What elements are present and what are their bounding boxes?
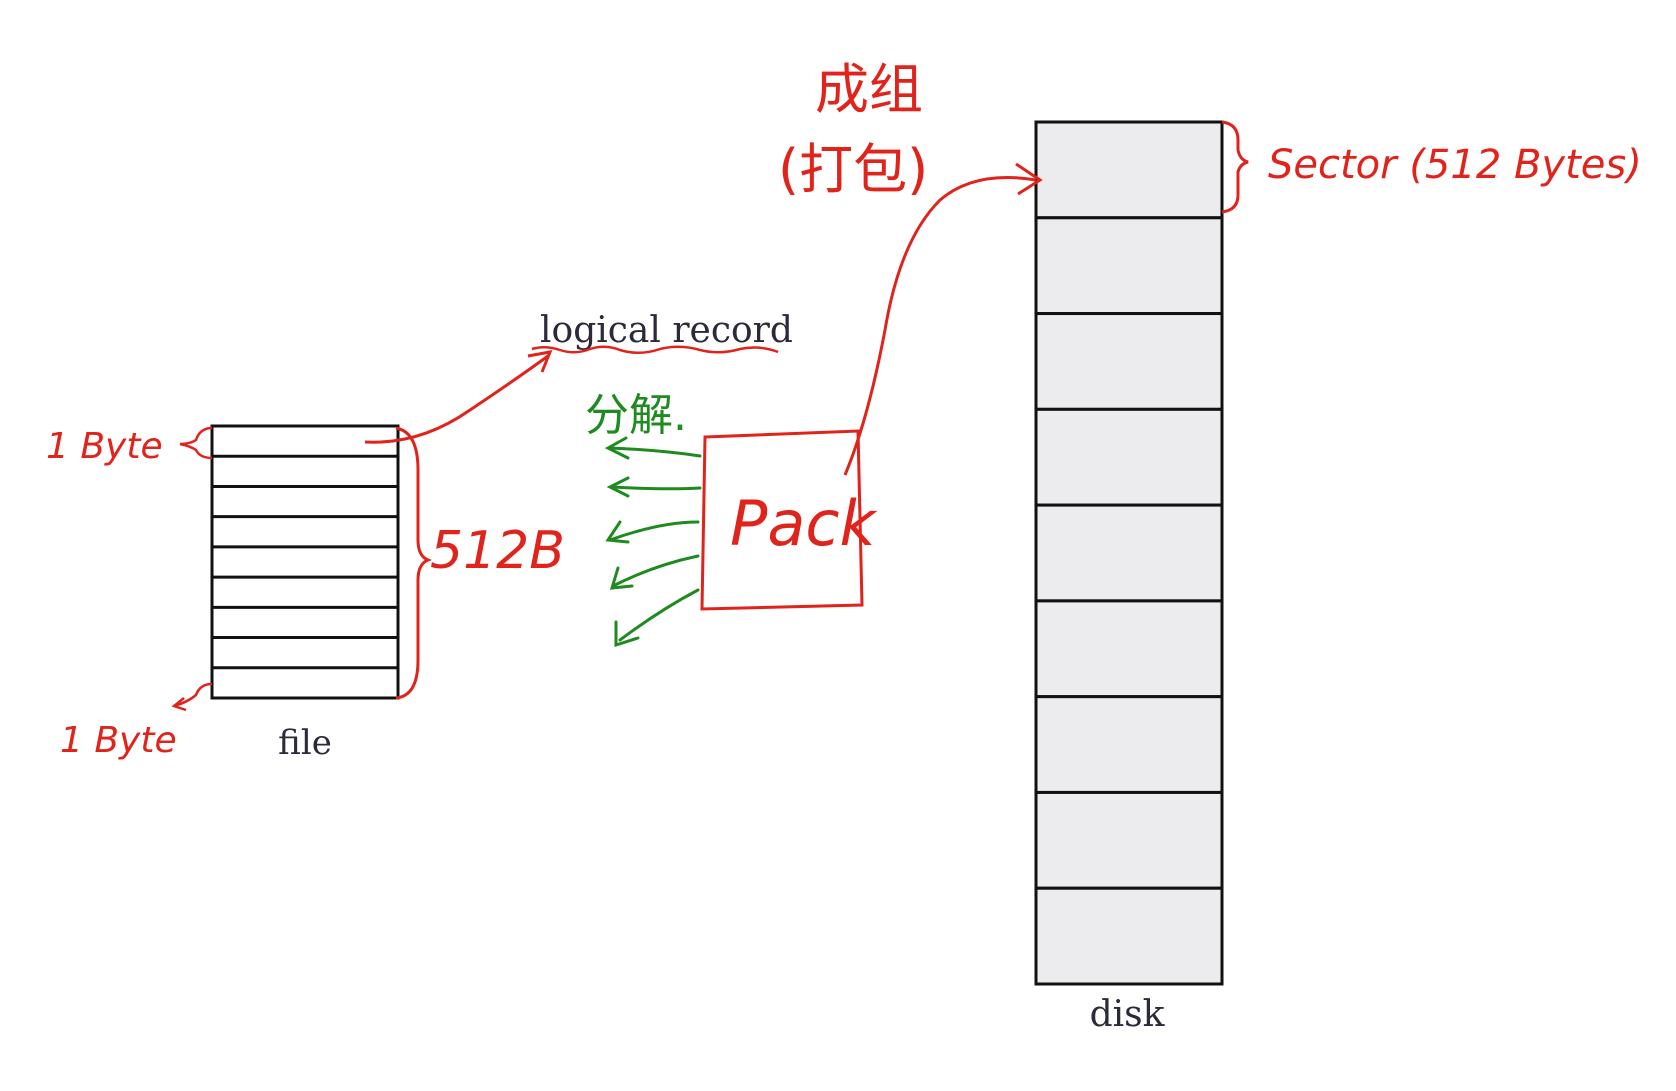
disk-sector bbox=[1034, 599, 1224, 699]
arrow-pack-to-sector bbox=[843, 176, 1037, 476]
disk-sector bbox=[1034, 503, 1224, 603]
split-arrows bbox=[604, 436, 702, 648]
split-label: 分解. bbox=[585, 390, 687, 441]
sector-label: Sector (512 Bytes) bbox=[1268, 142, 1642, 188]
disk-sector bbox=[1034, 407, 1224, 507]
disk-sector bbox=[1034, 216, 1224, 316]
file-to-disk-diagram: file disk logical record Pack 分解. 1 Byte… bbox=[46, 58, 1642, 1035]
disk-sector bbox=[1034, 120, 1224, 220]
byte-bottom-label: 1 Byte bbox=[60, 720, 177, 761]
pack-label: Pack bbox=[730, 487, 877, 560]
file-outline bbox=[210, 424, 400, 700]
disk-column bbox=[1034, 120, 1224, 986]
file-block bbox=[210, 424, 400, 700]
blocking-label: 成组 bbox=[815, 58, 923, 121]
disk-label: disk bbox=[1090, 994, 1166, 1035]
byte-top-label: 1 Byte bbox=[46, 426, 163, 467]
disk-sector bbox=[1034, 695, 1224, 794]
disk-sector bbox=[1034, 312, 1224, 411]
disk-sector bbox=[1034, 790, 1224, 890]
disk-sector bbox=[1034, 886, 1224, 986]
file-label: file bbox=[278, 723, 332, 763]
logical-record-label: logical record bbox=[540, 310, 793, 351]
block-size-brace bbox=[395, 426, 433, 700]
sector-brace bbox=[1221, 120, 1249, 214]
packing-label: (打包) bbox=[778, 138, 928, 201]
byte-top-brace bbox=[179, 426, 213, 460]
block-size-label: 512B bbox=[430, 521, 565, 581]
